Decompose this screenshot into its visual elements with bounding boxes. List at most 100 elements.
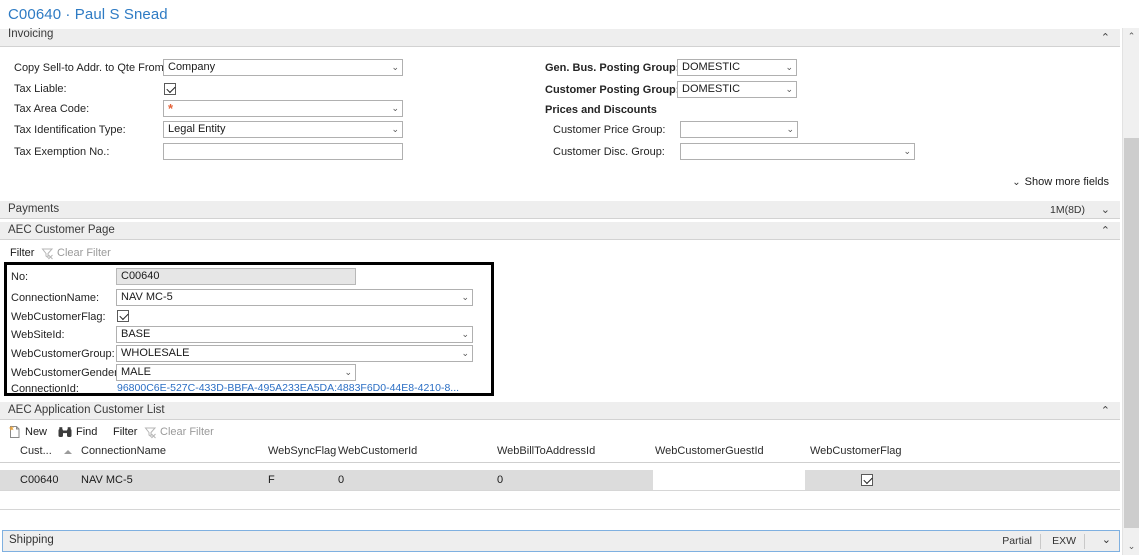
label-no: No: bbox=[11, 271, 29, 283]
chevron-down-icon[interactable]: ⌄ bbox=[344, 365, 352, 380]
section-header-invoicing[interactable]: Invoicing ⌃ bbox=[0, 28, 1120, 47]
chevron-down-icon-payments[interactable]: ⌄ bbox=[1101, 202, 1110, 219]
scrollbar-down-arrow[interactable]: ⌄ bbox=[1123, 538, 1139, 555]
section-header-aec-application-customer-list[interactable]: AEC Application Customer List ⌃ bbox=[0, 401, 1120, 420]
filter-button-list[interactable]: Filter bbox=[113, 424, 137, 440]
field-web-customer-group[interactable]: WHOLESALE ⌄ bbox=[116, 345, 473, 362]
column-header-web-customer-guest-id[interactable]: WebCustomerGuestId bbox=[655, 445, 764, 457]
section-title-shipping: Shipping bbox=[9, 534, 54, 546]
clear-filter-button[interactable]: Clear Filter bbox=[57, 245, 111, 261]
grid-header: Cust... ConnectionName WebSyncFlag WebCu… bbox=[0, 441, 1120, 463]
clear-filter-button-list[interactable]: Clear Filter bbox=[160, 424, 214, 440]
chevron-down-icon[interactable]: ⌄ bbox=[391, 60, 399, 75]
filter-button[interactable]: Filter bbox=[10, 245, 34, 261]
field-tax-area-code[interactable]: * ⌄ bbox=[163, 100, 403, 117]
row-segment-right bbox=[805, 470, 1120, 490]
field-web-site-id[interactable]: BASE ⌄ bbox=[116, 326, 473, 343]
label-customer-price-group: Customer Price Group: bbox=[553, 124, 666, 136]
field-gen-bus-posting-group-value: DOMESTIC bbox=[682, 61, 741, 73]
shipping-divider-2 bbox=[1084, 534, 1085, 549]
field-no[interactable]: C00640 bbox=[116, 268, 356, 285]
chevron-down-icon[interactable]: ⌄ bbox=[461, 290, 469, 305]
chevron-down-icon[interactable]: ⌄ bbox=[903, 144, 911, 159]
label-tax-identification-type: Tax Identification Type: bbox=[14, 124, 126, 136]
section-header-aec-customer-page[interactable]: AEC Customer Page ⌃ bbox=[0, 221, 1120, 240]
label-web-customer-group: WebCustomerGroup: bbox=[11, 348, 115, 360]
field-copy-sell-to-addr[interactable]: Company ⌄ bbox=[163, 59, 403, 76]
show-more-fields-label: Show more fields bbox=[1024, 176, 1109, 188]
toolbar-aec-application-customer-list: New Find Filter Clear Filter bbox=[0, 423, 1120, 441]
column-header-web-bill-to-address-id[interactable]: WebBillToAddressId bbox=[497, 445, 595, 457]
field-gen-bus-posting-group[interactable]: DOMESTIC ⌄ bbox=[677, 59, 797, 76]
field-copy-sell-to-addr-value: Company bbox=[168, 61, 216, 73]
table-row[interactable]: C00640 NAV MC-5 F 0 0 bbox=[0, 470, 1120, 490]
field-connection-id-link[interactable]: 96800C6E-527C-433D-BBFA-495A233EA5DA:488… bbox=[117, 382, 459, 394]
field-no-value: C00640 bbox=[121, 270, 160, 282]
column-header-cust[interactable]: Cust... bbox=[20, 445, 52, 457]
chevron-down-icon[interactable]: ⌄ bbox=[461, 346, 469, 361]
section-title-aec-customer-page: AEC Customer Page bbox=[8, 224, 115, 236]
chevron-down-icon[interactable]: ⌄ bbox=[786, 122, 794, 137]
cell-cust: C00640 bbox=[20, 474, 59, 486]
field-tax-identification-type[interactable]: Legal Entity ⌄ bbox=[163, 121, 403, 138]
field-web-customer-group-value: WHOLESALE bbox=[121, 347, 190, 359]
field-web-site-id-value: BASE bbox=[121, 328, 151, 340]
chevron-down-icon[interactable]: ⌄ bbox=[391, 101, 399, 116]
shipping-value-exw: EXW bbox=[1052, 535, 1076, 547]
label-tax-liable: Tax Liable: bbox=[14, 83, 67, 95]
column-header-web-customer-flag[interactable]: WebCustomerFlag bbox=[810, 445, 902, 457]
label-connection-name: ConnectionName: bbox=[11, 292, 100, 304]
binoculars-icon bbox=[58, 427, 72, 438]
field-customer-posting-group[interactable]: DOMESTIC ⌄ bbox=[677, 81, 797, 98]
checkbox-web-customer-flag[interactable] bbox=[117, 310, 129, 322]
field-tax-area-code-value: * bbox=[168, 101, 174, 116]
field-tax-exemption-no[interactable] bbox=[163, 143, 403, 160]
row-segment-guest-id[interactable] bbox=[653, 470, 805, 490]
label-tax-area-code: Tax Area Code: bbox=[14, 103, 90, 115]
chevron-down-icon[interactable]: ⌄ bbox=[785, 60, 793, 75]
field-tax-identification-type-value: Legal Entity bbox=[168, 123, 226, 135]
scrollbar-thumb[interactable] bbox=[1124, 138, 1139, 528]
field-web-customer-gender[interactable]: MALE ⌄ bbox=[116, 364, 356, 381]
section-title-invoicing: Invoicing bbox=[8, 28, 54, 40]
chevron-down-icon-shipping[interactable]: ⌄ bbox=[1102, 533, 1111, 546]
chevron-down-icon[interactable]: ⌄ bbox=[391, 122, 399, 137]
funnel-clear-icon bbox=[41, 247, 54, 260]
checkbox-tax-liable[interactable] bbox=[164, 83, 176, 95]
field-customer-posting-group-value: DOMESTIC bbox=[682, 83, 741, 95]
sort-ascending-icon[interactable] bbox=[64, 450, 72, 454]
label-connection-id: ConnectionId: bbox=[11, 383, 79, 395]
chevron-up-icon-aec-customer-page[interactable]: ⌃ bbox=[1101, 223, 1110, 240]
column-header-connection-name[interactable]: ConnectionName bbox=[81, 445, 166, 457]
new-page-icon bbox=[8, 425, 21, 439]
chevron-down-icon[interactable]: ⌄ bbox=[461, 327, 469, 342]
checkbox-web-customer-flag-row[interactable] bbox=[861, 474, 873, 486]
label-tax-exemption-no: Tax Exemption No.: bbox=[14, 146, 110, 158]
shipping-divider-1 bbox=[1040, 534, 1041, 549]
grid-row-divider bbox=[0, 490, 1120, 491]
column-header-web-customer-id[interactable]: WebCustomerId bbox=[338, 445, 417, 457]
field-web-customer-gender-value: MALE bbox=[121, 366, 151, 378]
new-button[interactable]: New bbox=[25, 424, 47, 440]
vertical-scrollbar[interactable]: ⌃ ⌄ bbox=[1122, 28, 1139, 555]
label-customer-disc-group: Customer Disc. Group: bbox=[553, 146, 665, 158]
find-button[interactable]: Find bbox=[76, 424, 97, 440]
section-header-payments[interactable]: Payments 1M(8D) ⌄ bbox=[0, 200, 1120, 219]
show-more-fields-button[interactable]: ⌄ Show more fields bbox=[1012, 176, 1109, 188]
column-header-web-sync-flag[interactable]: WebSyncFlag bbox=[268, 445, 336, 457]
chevron-up-icon-aec-application-customer-list[interactable]: ⌃ bbox=[1101, 403, 1110, 420]
scrollbar-up-arrow[interactable]: ⌃ bbox=[1123, 28, 1139, 45]
field-customer-disc-group[interactable]: ⌄ bbox=[680, 143, 915, 160]
label-gen-bus-posting-group: Gen. Bus. Posting Group: bbox=[545, 62, 680, 74]
field-customer-price-group[interactable]: ⌄ bbox=[680, 121, 798, 138]
shipping-value-partial: Partial bbox=[1002, 535, 1032, 547]
section-header-shipping[interactable]: Shipping Partial EXW ⌄ bbox=[2, 530, 1120, 552]
chevron-up-icon-invoicing[interactable]: ⌃ bbox=[1101, 30, 1110, 47]
field-connection-name-value: NAV MC-5 bbox=[121, 291, 173, 303]
field-connection-name[interactable]: NAV MC-5 ⌄ bbox=[116, 289, 473, 306]
chevron-down-icon[interactable]: ⌄ bbox=[785, 82, 793, 97]
section-title-payments: Payments bbox=[8, 203, 60, 215]
label-web-customer-flag: WebCustomerFlag: bbox=[11, 311, 106, 323]
business-central-customer-card: C00640 · Paul S Snead Invoicing ⌃ Copy S… bbox=[0, 0, 1139, 555]
funnel-clear-icon bbox=[144, 426, 157, 439]
